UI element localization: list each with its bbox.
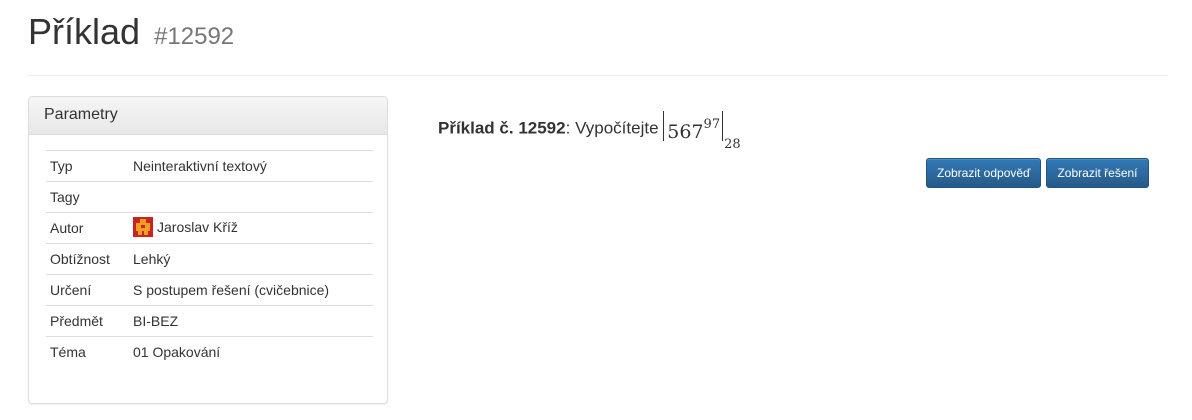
math-expression: 5679728	[663, 111, 741, 152]
page-title-text: Příklad	[28, 11, 141, 52]
problem-id: #12592	[154, 23, 235, 50]
param-value: BI-BEZ	[129, 305, 373, 337]
param-key: Autor	[46, 212, 129, 244]
param-key: Určení	[46, 274, 129, 306]
parameters-panel-body: Typ Neinteraktivní textový Tagy Autor Ja…	[29, 135, 387, 383]
param-row-author: Autor Jaroslav Kříž	[46, 212, 373, 244]
problem-statement: Příklad č. 12592: Vypočítejte 5679728	[438, 111, 741, 152]
math-base: 567	[667, 121, 704, 143]
problem-label: Příklad č. 12592	[438, 118, 566, 138]
parameters-table: Typ Neinteraktivní textový Tagy Autor Ja…	[46, 150, 373, 368]
param-key: Tagy	[46, 181, 129, 213]
param-key: Téma	[46, 336, 129, 368]
param-row-subject: Předmět BI-BEZ	[46, 305, 373, 337]
param-key: Předmět	[46, 305, 129, 337]
param-value: Neinteraktivní textový	[129, 150, 373, 182]
page-title: Příklad #12592	[28, 12, 234, 57]
param-value-author: Jaroslav Kříž	[129, 212, 373, 244]
param-value: Lehký	[129, 243, 373, 275]
math-exponent: 97	[703, 117, 721, 132]
page-header: Příklad #12592	[28, 0, 1168, 76]
math-modulus: 28	[724, 137, 741, 152]
author-link[interactable]: Jaroslav Kříž	[157, 219, 238, 235]
param-key: Typ	[46, 150, 129, 182]
param-value	[129, 181, 373, 213]
math-abs: 56797	[663, 111, 724, 143]
param-row-tags: Tagy	[46, 181, 373, 213]
param-key: Obtížnost	[46, 243, 129, 275]
param-value: S postupem řešení (cvičebnice)	[129, 274, 373, 306]
author-avatar-icon	[133, 216, 153, 237]
param-row-difficulty: Obtížnost Lehký	[46, 243, 373, 275]
problem-separator: :	[565, 118, 571, 138]
param-value: 01 Opakování	[129, 336, 373, 368]
show-answer-button[interactable]: Zobrazit odpověď	[926, 158, 1041, 188]
problem-text: Vypočítejte	[575, 118, 659, 138]
parameters-panel-heading: Parametry	[29, 97, 387, 135]
parameters-panel: Parametry Typ Neinteraktivní textový Tag…	[28, 96, 388, 404]
show-solution-button[interactable]: Zobrazit řešení	[1046, 158, 1149, 188]
param-row-type: Typ Neinteraktivní textový	[46, 150, 373, 182]
param-row-purpose: Určení S postupem řešení (cvičebnice)	[46, 274, 373, 306]
param-row-topic: Téma 01 Opakování	[46, 336, 373, 368]
